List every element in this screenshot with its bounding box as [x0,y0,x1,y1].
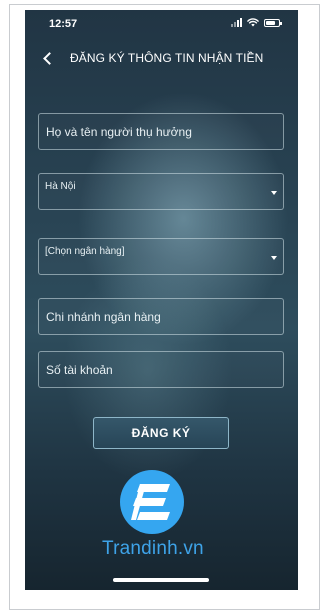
page-title: ĐĂNG KÝ THÔNG TIN NHẬN TIỀN [70,51,264,65]
home-indicator[interactable] [113,578,209,582]
phone-screen: 12:57 ĐĂNG KÝ THÔNG TIN NHẬN TIỀN Họ và … [25,10,298,590]
beneficiary-name-field[interactable]: Họ và tên người thụ hưởng [38,113,284,150]
chevron-left-icon [42,51,56,65]
bank-select[interactable]: [Chọn ngân hàng] [38,238,284,275]
back-button[interactable] [37,46,57,70]
bank-branch-field[interactable]: Chi nhánh ngân hàng [38,298,284,335]
account-number-placeholder: Số tài khoản [46,363,113,377]
status-bar: 12:57 [25,10,298,36]
watermark-text: Trandinh.vn [102,538,204,559]
caret-down-icon [271,191,277,195]
battery-icon [264,18,282,27]
register-button[interactable]: ĐĂNG KÝ [93,417,229,449]
nav-bar: ĐĂNG KÝ THÔNG TIN NHẬN TIỀN [25,46,298,70]
signal-icon [231,18,242,27]
bank-select-value: [Chọn ngân hàng] [45,246,125,257]
caret-down-icon [271,256,277,260]
city-select-value: Hà Nội [45,181,76,192]
beneficiary-name-placeholder: Họ và tên người thụ hưởng [46,125,192,139]
wifi-icon [247,18,259,27]
watermark-logo-icon [120,470,184,534]
city-select[interactable]: Hà Nội [38,173,284,210]
account-number-field[interactable]: Số tài khoản [38,351,284,388]
bank-branch-placeholder: Chi nhánh ngân hàng [46,310,161,324]
status-time: 12:57 [49,18,78,30]
status-icons [231,18,282,27]
